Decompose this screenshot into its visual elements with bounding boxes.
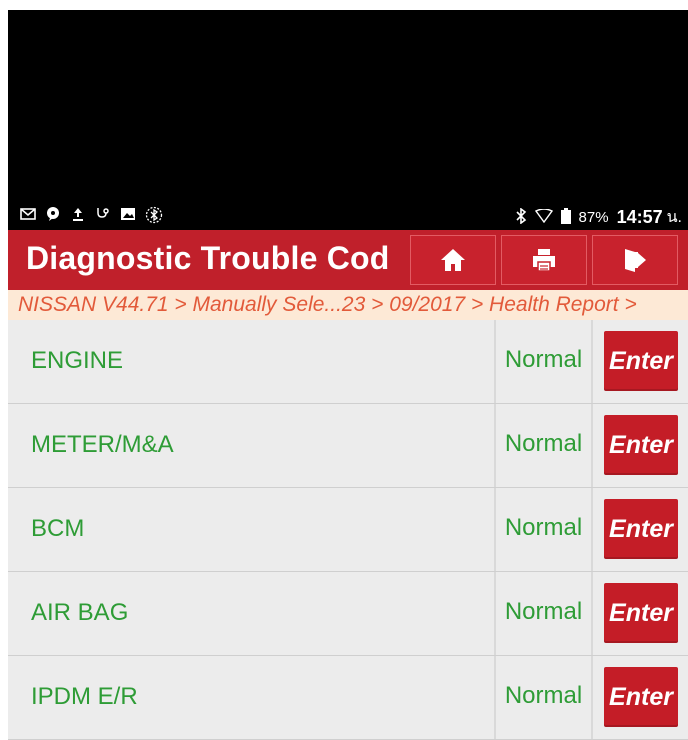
exit-icon (625, 249, 646, 272)
chat-icon (45, 206, 61, 222)
list-item: BCM Normal Enter (8, 488, 688, 572)
clock-time: 14:57 (616, 207, 663, 227)
home-icon (441, 249, 465, 271)
system-status: 87% 14:57 น. (515, 205, 682, 230)
battery-icon (560, 207, 571, 228)
image-icon (120, 206, 136, 222)
system-status: Normal (494, 488, 593, 571)
title-bar: Diagnostic Trouble Cod (8, 230, 688, 290)
screen-top-blank (8, 10, 688, 203)
system-name: METER/M&A (31, 431, 174, 458)
enter-button[interactable]: Enter (604, 583, 678, 643)
system-status: Normal (494, 656, 593, 739)
print-button[interactable] (501, 235, 587, 285)
list-item: ENGINE Normal Enter (8, 320, 688, 404)
system-status: Normal (494, 320, 593, 403)
home-button[interactable] (410, 235, 496, 285)
bluetooth-icon (515, 206, 527, 228)
upload-icon (70, 206, 86, 222)
battery-percentage: 87% (578, 209, 609, 226)
notification-icons (20, 206, 163, 224)
system-name: ENGINE (31, 347, 124, 374)
enter-button[interactable]: Enter (604, 331, 678, 391)
clock-suffix: น. (666, 209, 682, 226)
system-list: ENGINE Normal Enter METER/M&A Normal Ent… (8, 320, 688, 740)
enter-button[interactable]: Enter (604, 415, 678, 475)
system-name: BCM (31, 515, 85, 542)
system-status: Normal (494, 572, 593, 655)
system-name: IPDM E/R (31, 683, 138, 710)
list-item: METER/M&A Normal Enter (8, 404, 688, 488)
exit-button[interactable] (592, 235, 678, 285)
breadcrumb: NISSAN V44.71 > Manually Sele...23 > 09/… (8, 290, 688, 320)
print-icon (533, 249, 555, 272)
system-name: AIR BAG (31, 599, 129, 626)
list-item: IPDM E/R Normal Enter (8, 656, 688, 740)
enter-button[interactable]: Enter (604, 499, 678, 559)
enter-button[interactable]: Enter (604, 667, 678, 727)
system-status: Normal (494, 404, 593, 487)
page-title: Diagnostic Trouble Cod (26, 240, 390, 276)
list-item: AIR BAG Normal Enter (8, 572, 688, 656)
wifi-icon (534, 207, 553, 227)
bluetooth-circle-icon (145, 206, 163, 224)
mail-icon (20, 206, 36, 222)
stethoscope-icon (95, 206, 111, 222)
status-bar: 87% 14:57 น. (8, 203, 688, 230)
